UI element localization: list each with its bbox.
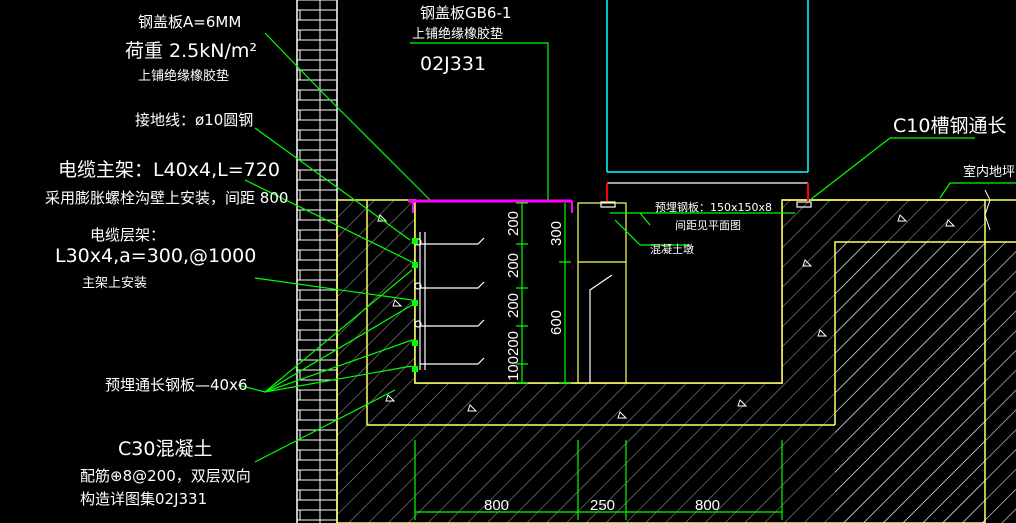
dim-tier-1: 200: [505, 211, 522, 236]
label-cover-plate-a: 钢盖板A=6MM: [138, 13, 241, 31]
label-grounding: 接地线：ø10圆钢: [135, 111, 253, 129]
label-load: 荷重 2.5kN/m²: [125, 40, 257, 62]
label-embedded-steel-plate: 预埋钢板：150x150x8: [655, 200, 772, 214]
cable-trench-section: 钢盖板A=6MM 荷重 2.5kN/m² 上铺绝缘橡胶垫 接地线：ø10圆钢 电…: [45, 0, 1016, 523]
label-rubber-pad-2: 上铺绝缘橡胶垫: [412, 26, 503, 42]
dim-tier-3: 200: [505, 293, 522, 318]
dim-tier-4: 200: [505, 331, 522, 356]
dim-width-2: 250: [590, 497, 615, 514]
label-rubber-pad-1: 上铺绝缘橡胶垫: [138, 68, 229, 84]
label-channel-steel: C10槽钢通长: [893, 115, 1006, 137]
dim-width-3: 800: [695, 497, 720, 514]
label-expansion-bolt: 采用膨胀螺栓沟壁上安装，间距 800: [45, 189, 288, 207]
label-detail-ref: 构造详图集02J331: [80, 490, 207, 508]
label-layer-spec: L30x4,a=300,@1000: [55, 245, 256, 267]
cabinet-outline: [606, 0, 809, 201]
dim-depth-bottom: 600: [548, 310, 565, 335]
dim-tier-5: 100: [505, 356, 522, 381]
label-concrete-pier: 混凝土墩: [650, 242, 694, 256]
label-spacing-see-plan: 间距见平面图: [675, 219, 741, 232]
label-cable-layer-frame: 电缆层架：: [90, 226, 165, 244]
label-ref-02j331: 02J331: [420, 53, 486, 75]
label-indoor-floor: 室内地坪: [963, 164, 1015, 180]
label-cable-main-frame: 电缆主架：L40x4,L=720: [58, 159, 280, 181]
cad-drawing: 钢盖板A=6MM 荷重 2.5kN/m² 上铺绝缘橡胶垫 接地线：ø10圆钢 电…: [0, 0, 1016, 523]
label-on-main-frame: 主架上安装: [82, 276, 147, 291]
dim-depth-top: 300: [548, 221, 565, 246]
dim-tier-2: 200: [505, 253, 522, 278]
label-cover-gb: 钢盖板GB6-1: [420, 4, 511, 22]
dim-width-1: 800: [484, 497, 509, 514]
label-rebar: 配筋⊕8@200，双层双向: [80, 467, 251, 485]
brick-wall: [296, 0, 338, 523]
label-concrete: C30混凝土: [118, 438, 212, 460]
label-embedded-plate: 预埋通长钢板—40x6: [105, 376, 248, 394]
